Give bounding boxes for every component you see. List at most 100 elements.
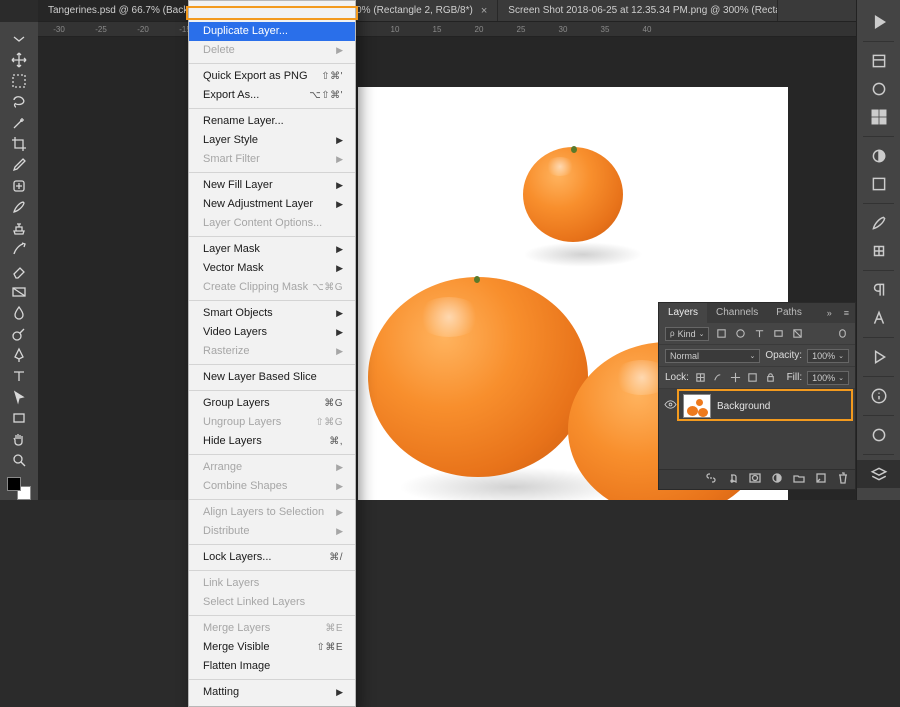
lock-pixels-icon[interactable]: [711, 371, 724, 385]
color-panel-icon[interactable]: [857, 75, 900, 103]
delete-layer-icon[interactable]: [837, 472, 849, 487]
adjustments-panel-icon[interactable]: [857, 142, 900, 170]
menu-item[interactable]: Vector Mask▶: [189, 259, 355, 278]
menu-item[interactable]: Quick Export as PNG⇧⌘': [189, 67, 355, 86]
menu-item[interactable]: New Layer Based Slice: [189, 368, 355, 387]
menu-item[interactable]: New Adjustment Layer▶: [189, 195, 355, 214]
layer-mask-icon[interactable]: [749, 472, 761, 487]
menu-item[interactable]: Flatten Image: [189, 657, 355, 676]
document-tab[interactable]: Screen Shot 2018-06-25 at 12.35.34 PM.pn…: [498, 0, 778, 21]
history-brush-tool-icon[interactable]: [4, 239, 34, 260]
right-panel-strip: [856, 0, 900, 500]
layer-row[interactable]: Background: [659, 389, 855, 423]
dodge-tool-icon[interactable]: [4, 323, 34, 344]
tab-paths[interactable]: Paths: [767, 303, 811, 323]
close-icon[interactable]: ×: [481, 5, 487, 17]
brush-tool-icon[interactable]: [4, 197, 34, 218]
new-layer-icon[interactable]: [815, 472, 827, 487]
link-layers-icon[interactable]: [705, 472, 717, 487]
visibility-toggle-icon[interactable]: [663, 398, 677, 414]
tab-layers[interactable]: Layers: [659, 303, 707, 323]
play-icon[interactable]: [857, 8, 900, 36]
menu-item[interactable]: Matting▶: [189, 683, 355, 702]
tab-channels[interactable]: Channels: [707, 303, 767, 323]
menu-item[interactable]: Smart Objects▶: [189, 304, 355, 323]
lock-transparency-icon[interactable]: [694, 371, 707, 385]
character-panel-icon[interactable]: [857, 304, 900, 332]
menu-item[interactable]: Merge Visible⇧⌘E: [189, 638, 355, 657]
filter-shape-icon[interactable]: [771, 327, 785, 341]
menu-item: Align Layers to Selection▶: [189, 503, 355, 522]
lasso-tool-icon[interactable]: [4, 91, 34, 112]
fill-label: Fill:: [787, 372, 803, 383]
type-tool-icon[interactable]: [4, 366, 34, 387]
layer-list: Background: [659, 389, 855, 469]
menu-item: Link Layers: [189, 574, 355, 593]
menu-item: Layer Content Options...: [189, 214, 355, 233]
adjustment-layer-icon[interactable]: [771, 472, 783, 487]
menu-item[interactable]: Export As...⌥⇧⌘': [189, 86, 355, 105]
brush-settings-panel-icon[interactable]: [857, 237, 900, 265]
magic-wand-tool-icon[interactable]: [4, 112, 34, 133]
filter-adjustment-icon[interactable]: [733, 327, 747, 341]
menu-item: Delete▶: [189, 41, 355, 60]
healing-brush-tool-icon[interactable]: [4, 176, 34, 197]
panel-menu-icon[interactable]: ≡: [838, 308, 855, 318]
menu-item[interactable]: New Fill Layer▶: [189, 176, 355, 195]
layer-style-icon[interactable]: [727, 472, 739, 487]
layers-panel-footer: [659, 469, 855, 489]
clone-stamp-tool-icon[interactable]: [4, 218, 34, 239]
menu-item[interactable]: Hide Layers⌘,: [189, 432, 355, 451]
swatches-panel-icon[interactable]: [857, 103, 900, 131]
menu-item[interactable]: Layer Mask▶: [189, 240, 355, 259]
eyedropper-tool-icon[interactable]: [4, 155, 34, 176]
foreground-background-colors[interactable]: [7, 477, 31, 500]
menu-item: Combine Shapes▶: [189, 477, 355, 496]
group-icon[interactable]: [793, 472, 805, 487]
tangerine-image: [368, 277, 588, 477]
move-tool-icon[interactable]: [4, 49, 34, 70]
filter-toggle[interactable]: [835, 327, 849, 341]
info-panel-icon[interactable]: [857, 382, 900, 410]
gradient-tool-icon[interactable]: [4, 281, 34, 302]
paragraph-panel-icon[interactable]: [857, 276, 900, 304]
menu-item[interactable]: Lock Layers...⌘/: [189, 548, 355, 567]
hand-tool-icon[interactable]: [4, 429, 34, 450]
blur-tool-icon[interactable]: [4, 302, 34, 323]
filter-smart-icon[interactable]: [790, 327, 804, 341]
horizontal-ruler: -30-25-20-15-10-50510152025303540: [38, 22, 856, 37]
pen-tool-icon[interactable]: [4, 344, 34, 365]
menu-item: Distribute▶: [189, 522, 355, 541]
menu-item: Copy SVG: [189, 3, 355, 22]
actions-panel-icon[interactable]: [857, 343, 900, 371]
menu-item[interactable]: Rename Layer...: [189, 112, 355, 131]
brush-panel-icon[interactable]: [857, 209, 900, 237]
lock-artboard-icon[interactable]: [747, 371, 760, 385]
filter-type-icon[interactable]: [752, 327, 766, 341]
menu-item[interactable]: Layer Style▶: [189, 131, 355, 150]
layers-panel-icon[interactable]: [857, 460, 900, 488]
tab-label: Screen Shot 2018-06-25 at 12.35.34 PM.pn…: [508, 5, 778, 16]
rectangle-tool-icon[interactable]: [4, 408, 34, 429]
collapse-icon[interactable]: »: [821, 308, 838, 318]
blend-mode-dropdown[interactable]: Normal⌄: [665, 349, 760, 363]
history-panel-icon[interactable]: [857, 47, 900, 75]
filter-pixel-icon[interactable]: [714, 327, 728, 341]
lock-all-icon[interactable]: [764, 371, 777, 385]
menu-item[interactable]: Group Layers⌘G: [189, 394, 355, 413]
menu-item: Select Linked Layers: [189, 593, 355, 612]
path-selection-tool-icon[interactable]: [4, 387, 34, 408]
marquee-tool-icon[interactable]: [4, 70, 34, 91]
opacity-input[interactable]: 100%⌄: [807, 349, 849, 363]
styles-panel-icon[interactable]: [857, 170, 900, 198]
menu-item[interactable]: Duplicate Layer...: [189, 22, 355, 41]
menu-item[interactable]: Video Layers▶: [189, 323, 355, 342]
eraser-tool-icon[interactable]: [4, 260, 34, 281]
properties-panel-icon[interactable]: [857, 421, 900, 449]
fill-input[interactable]: 100%⌄: [807, 371, 849, 385]
lock-position-icon[interactable]: [729, 371, 742, 385]
filter-kind-dropdown[interactable]: ρKind⌄: [665, 327, 709, 341]
crop-tool-icon[interactable]: [4, 133, 34, 154]
expand-icon[interactable]: [4, 28, 34, 49]
zoom-tool-icon[interactable]: [4, 450, 34, 471]
